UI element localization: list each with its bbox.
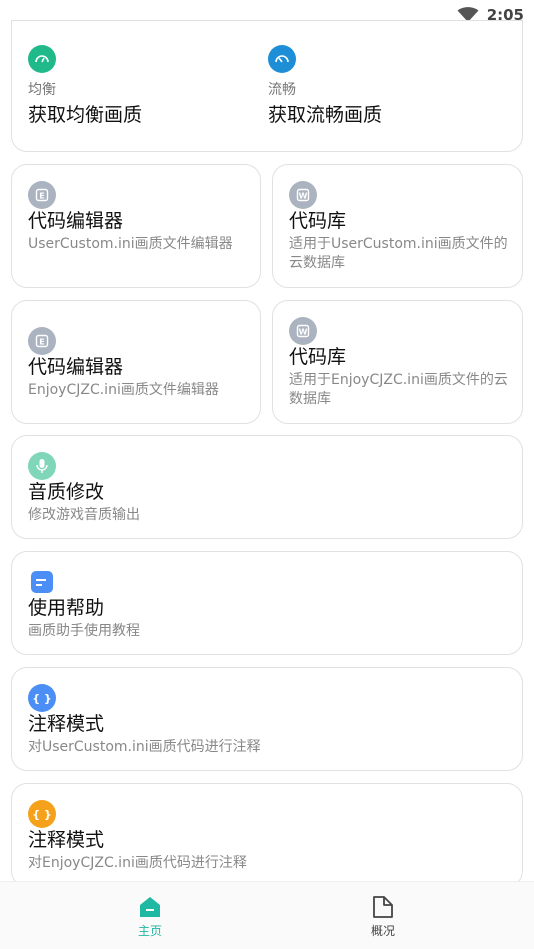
bottom-navigation: 主页 概况 bbox=[0, 881, 534, 949]
code-editor-card-enjoycjzc[interactable]: E 代码编辑器 EnjoyCJZC.ini画质文件编辑器 bbox=[11, 300, 261, 424]
card-title: 注释模式 bbox=[28, 829, 105, 851]
card-title: 代码编辑器 bbox=[28, 210, 124, 232]
smooth-action: 获取流畅画质 bbox=[268, 104, 383, 126]
balanced-label: 均衡 bbox=[28, 82, 56, 98]
library-icon: W bbox=[289, 181, 317, 209]
card-title: 音质修改 bbox=[28, 481, 105, 503]
help-card[interactable]: 使用帮助 画质助手使用教程 bbox=[11, 551, 523, 655]
balanced-quality-icon bbox=[28, 45, 56, 73]
editor-icon: E bbox=[28, 327, 56, 355]
editor-icon-glyph: E bbox=[39, 338, 44, 347]
nav-overview[interactable]: 概况 bbox=[343, 894, 423, 939]
smooth-label: 流畅 bbox=[268, 82, 296, 98]
library-icon-glyph: W bbox=[299, 192, 308, 201]
help-icon bbox=[31, 571, 53, 593]
card-title: 代码编辑器 bbox=[28, 356, 124, 378]
microphone-icon bbox=[28, 452, 56, 480]
card-subtitle: 适用于EnjoyCJZC.ini画质文件的云数据库 bbox=[289, 372, 508, 407]
code-editor-card-usercustom[interactable]: E 代码编辑器 UserCustom.ini画质文件编辑器 bbox=[11, 164, 261, 288]
home-icon bbox=[140, 897, 160, 917]
card-title: 使用帮助 bbox=[28, 597, 105, 619]
main-content: 均衡 获取均衡画质 流畅 获取流畅画质 E 代码编辑器 UserCustom.i… bbox=[0, 20, 534, 887]
braces-glyph: { } bbox=[32, 691, 52, 705]
code-library-card-enjoycjzc[interactable]: W 代码库 适用于EnjoyCJZC.ini画质文件的云数据库 bbox=[272, 300, 523, 424]
nav-overview-label: 概况 bbox=[370, 924, 395, 938]
library-icon: W bbox=[289, 317, 317, 345]
smooth-quality-icon bbox=[268, 45, 296, 73]
code-library-card-usercustom[interactable]: W 代码库 适用于UserCustom.ini画质文件的云数据库 bbox=[272, 164, 523, 288]
quality-card: 均衡 获取均衡画质 流畅 获取流畅画质 bbox=[11, 20, 523, 152]
braces-icon: { } bbox=[28, 684, 56, 712]
card-subtitle: EnjoyCJZC.ini画质文件编辑器 bbox=[28, 382, 219, 398]
sound-quality-card[interactable]: 音质修改 修改游戏音质输出 bbox=[11, 435, 523, 539]
card-subtitle: 画质助手使用教程 bbox=[28, 623, 140, 639]
card-title: 代码库 bbox=[289, 210, 347, 232]
editor-icon: E bbox=[28, 181, 56, 209]
document-icon bbox=[373, 896, 393, 918]
nav-home[interactable]: 主页 bbox=[110, 894, 190, 939]
braces-glyph: { } bbox=[32, 807, 52, 821]
library-icon-glyph: W bbox=[299, 328, 308, 337]
card-subtitle: UserCustom.ini画质文件编辑器 bbox=[28, 236, 233, 252]
editor-icon-glyph: E bbox=[39, 192, 44, 201]
balanced-action: 获取均衡画质 bbox=[28, 104, 143, 126]
card-subtitle: 适用于UserCustom.ini画质文件的云数据库 bbox=[289, 236, 508, 271]
card-subtitle: 对UserCustom.ini画质代码进行注释 bbox=[28, 739, 261, 755]
annotation-card-enjoycjzc[interactable]: { } 注释模式 对EnjoyCJZC.ini画质代码进行注释 bbox=[11, 783, 523, 887]
card-title: 注释模式 bbox=[28, 713, 105, 735]
card-subtitle: 修改游戏音质输出 bbox=[28, 507, 140, 523]
balanced-quality-option[interactable]: 均衡 获取均衡画质 bbox=[12, 21, 252, 153]
nav-home-label: 主页 bbox=[137, 924, 162, 938]
screen: 2:05 均衡 获取均衡画质 流畅 获取流畅画质 E 代码编辑器 UserCus… bbox=[0, 0, 534, 949]
smooth-quality-option[interactable]: 流畅 获取流畅画质 bbox=[252, 21, 522, 153]
annotation-card-usercustom[interactable]: { } 注释模式 对UserCustom.ini画质代码进行注释 bbox=[11, 667, 523, 771]
braces-icon: { } bbox=[28, 800, 56, 828]
card-subtitle: 对EnjoyCJZC.ini画质代码进行注释 bbox=[28, 855, 247, 871]
card-title: 代码库 bbox=[289, 346, 347, 368]
